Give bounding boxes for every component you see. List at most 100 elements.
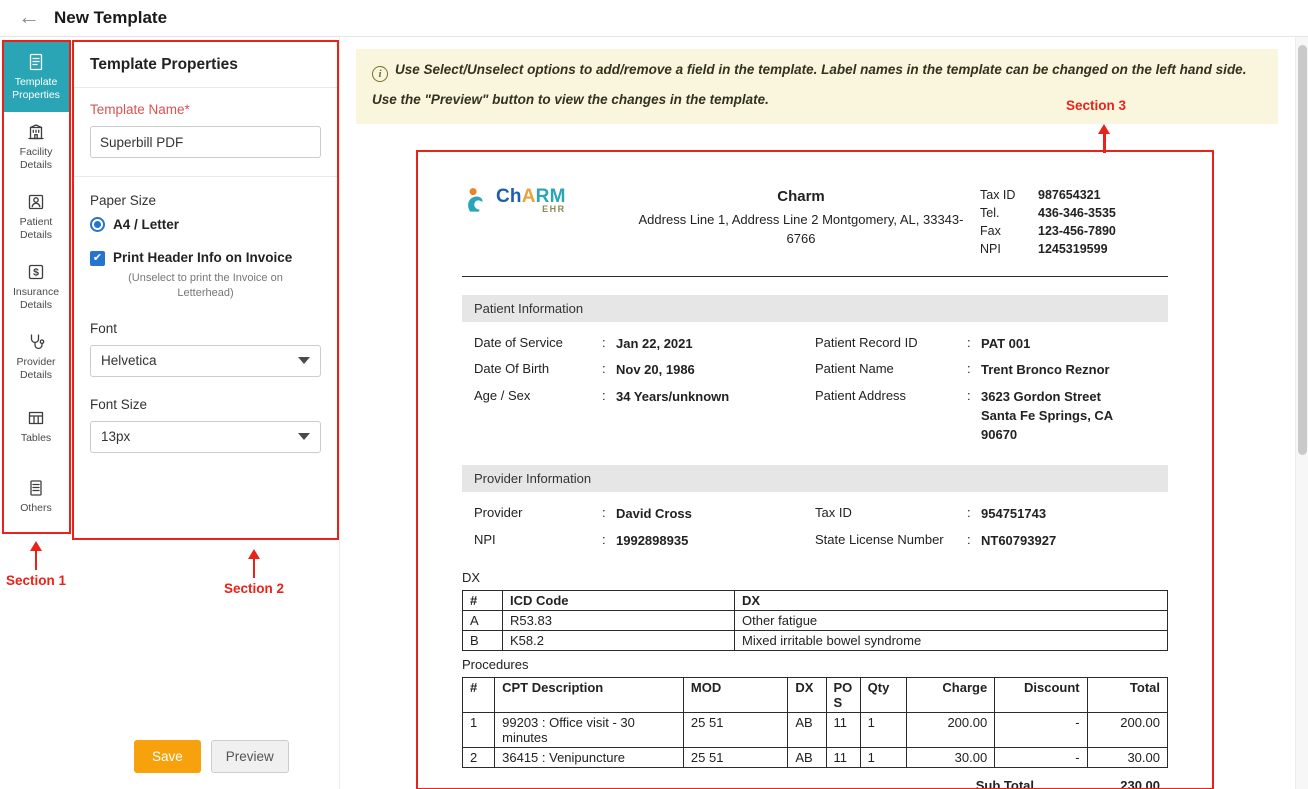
preview-button[interactable]: Preview — [211, 740, 289, 773]
proc-header-cell: POS — [826, 678, 860, 713]
tables-icon — [26, 408, 46, 428]
sidebar-item-insurance-details[interactable]: $ Insurance Details — [4, 252, 69, 322]
procedures-table: # CPT Description MOD DX POS Qty Charge … — [462, 677, 1168, 768]
proc-cell: - — [995, 713, 1087, 748]
section2-annotation: Section 2 — [194, 550, 314, 596]
info-icon: i — [372, 66, 388, 82]
sidebar-item-label: Patient Details — [6, 216, 67, 242]
field-label: State License Number — [815, 532, 967, 547]
sidebar-item-facility-details[interactable]: Facility Details — [4, 112, 69, 182]
procedure-row: 1 99203 : Office visit - 30 minutes 25 5… — [463, 713, 1168, 748]
field-label: Tax ID — [815, 505, 967, 520]
paper-size-label: Paper Size — [90, 193, 321, 208]
sidebar-item-provider-details[interactable]: Provider Details — [4, 322, 69, 392]
template-properties-panel: Template Properties Template Name* Paper… — [72, 40, 339, 540]
dx-cell: R53.83 — [503, 611, 735, 631]
field-label: Provider — [474, 505, 602, 520]
subtotal-value: 230.00 — [1088, 778, 1160, 789]
section3-arrow-icon — [1103, 133, 1106, 153]
sidebar-item-label: Template Properties — [6, 76, 67, 102]
proc-cell: 11 — [826, 748, 860, 768]
dx-cell: B — [463, 631, 503, 651]
proc-header-cell: Discount — [995, 678, 1087, 713]
font-select[interactable]: Helvetica — [90, 345, 321, 377]
dx-table: # ICD Code DX A R53.83 Other fatigue B — [462, 590, 1168, 651]
proc-cell: 1 — [860, 748, 906, 768]
checkbox-checked-icon[interactable]: ✔ — [90, 251, 105, 266]
banner-line2: Use the "Preview" button to view the cha… — [372, 90, 1262, 110]
charm-logo: ChARM EHR — [462, 186, 622, 214]
proc-cell: 25 51 — [683, 713, 787, 748]
section3-label: Section 3 — [1066, 98, 1126, 113]
back-arrow-icon[interactable]: ← — [18, 6, 40, 28]
dx-title: DX — [462, 570, 1168, 585]
topbar: ← New Template — [0, 0, 1308, 37]
dx-cell: A — [463, 611, 503, 631]
dx-row: B K58.2 Mixed irritable bowel syndrome — [463, 631, 1168, 651]
field-value: Trent Bronco Reznor — [981, 361, 1110, 380]
contact-label: Tel. — [980, 206, 1038, 220]
proc-cell: 200.00 — [1087, 713, 1167, 748]
font-size-select[interactable]: 13px — [90, 421, 321, 453]
print-header-note: (Unselect to print the Invoice on Letter… — [106, 271, 306, 301]
sidebar: Template Properties Facility Details Pat… — [2, 40, 71, 534]
charm-logo-text: ChARM EHR — [496, 186, 566, 214]
print-header-label: Print Header Info on Invoice — [113, 250, 292, 265]
field-label: NPI — [474, 532, 602, 547]
vertical-scrollbar[interactable] — [1295, 37, 1308, 789]
page-title: New Template — [54, 8, 167, 28]
sidebar-item-label: Provider Details — [6, 356, 67, 382]
proc-header-cell: MOD — [683, 678, 787, 713]
template-name-input[interactable] — [90, 126, 321, 158]
procedures-title: Procedures — [462, 657, 1168, 672]
sidebar-item-others[interactable]: Others — [4, 462, 69, 532]
template-name-label: Template Name* — [90, 102, 321, 117]
proc-cell: 1 — [463, 713, 495, 748]
save-button[interactable]: Save — [134, 740, 201, 773]
scrollbar-thumb[interactable] — [1298, 45, 1307, 455]
field-value: Nov 20, 1986 — [616, 361, 695, 380]
proc-cell: AB — [788, 713, 826, 748]
dx-header-cell: ICD Code — [503, 591, 735, 611]
dx-header-row: # ICD Code DX — [463, 591, 1168, 611]
sidebar-item-template-properties[interactable]: Template Properties — [4, 42, 69, 112]
contact-value: 123-456-7890 — [1038, 224, 1116, 238]
section1-label: Section 1 — [6, 573, 66, 588]
paper-size-radio-row[interactable]: A4 / Letter — [90, 217, 321, 232]
proc-header-cell: # — [463, 678, 495, 713]
dx-row: A R53.83 Other fatigue — [463, 611, 1168, 631]
template-name-group: Template Name* — [74, 102, 337, 177]
section1-annotation: Section 1 — [6, 542, 66, 588]
chevron-down-icon — [298, 357, 310, 364]
field-label: Patient Name — [815, 361, 967, 376]
svg-text:$: $ — [33, 266, 39, 278]
sidebar-item-patient-details[interactable]: Patient Details — [4, 182, 69, 252]
proc-header-cell: Total — [1087, 678, 1167, 713]
document-header: ChARM EHR Charm Address Line 1, Address … — [462, 186, 1168, 260]
sidebar-column: Template Properties Facility Details Pat… — [0, 37, 72, 789]
dx-header-cell: DX — [735, 591, 1168, 611]
proc-cell: AB — [788, 748, 826, 768]
field-value: Jan 22, 2021 — [616, 335, 693, 354]
proc-cell: 200.00 — [906, 713, 994, 748]
dx-header-cell: # — [463, 591, 503, 611]
subtotal-label: Sub Total — [976, 778, 1034, 789]
subtotal-row: Sub Total 230.00 — [462, 774, 1168, 789]
field-label: Date Of Birth — [474, 361, 602, 376]
facility-icon — [26, 122, 46, 142]
section3-annotation — [1103, 125, 1106, 156]
provider-information-header: Provider Information — [462, 465, 1168, 492]
info-banner: iUse Select/Unselect options to add/remo… — [356, 49, 1278, 124]
content-area: Template Properties Facility Details Pat… — [0, 37, 1308, 789]
print-header-checkbox-row[interactable]: ✔ Print Header Info on Invoice — [90, 250, 321, 266]
contact-value: 987654321 — [1038, 188, 1101, 202]
sidebar-item-tables[interactable]: Tables — [4, 392, 69, 462]
field-value: David Cross — [616, 505, 692, 524]
font-size-select-value: 13px — [101, 429, 130, 444]
font-size-label: Font Size — [90, 397, 321, 412]
dx-cell: K58.2 — [503, 631, 735, 651]
sidebar-item-label: Others — [20, 502, 52, 515]
contact-label: Tax ID — [980, 188, 1038, 202]
section2-arrow-icon — [253, 558, 256, 578]
radio-selected-icon[interactable] — [90, 217, 105, 232]
